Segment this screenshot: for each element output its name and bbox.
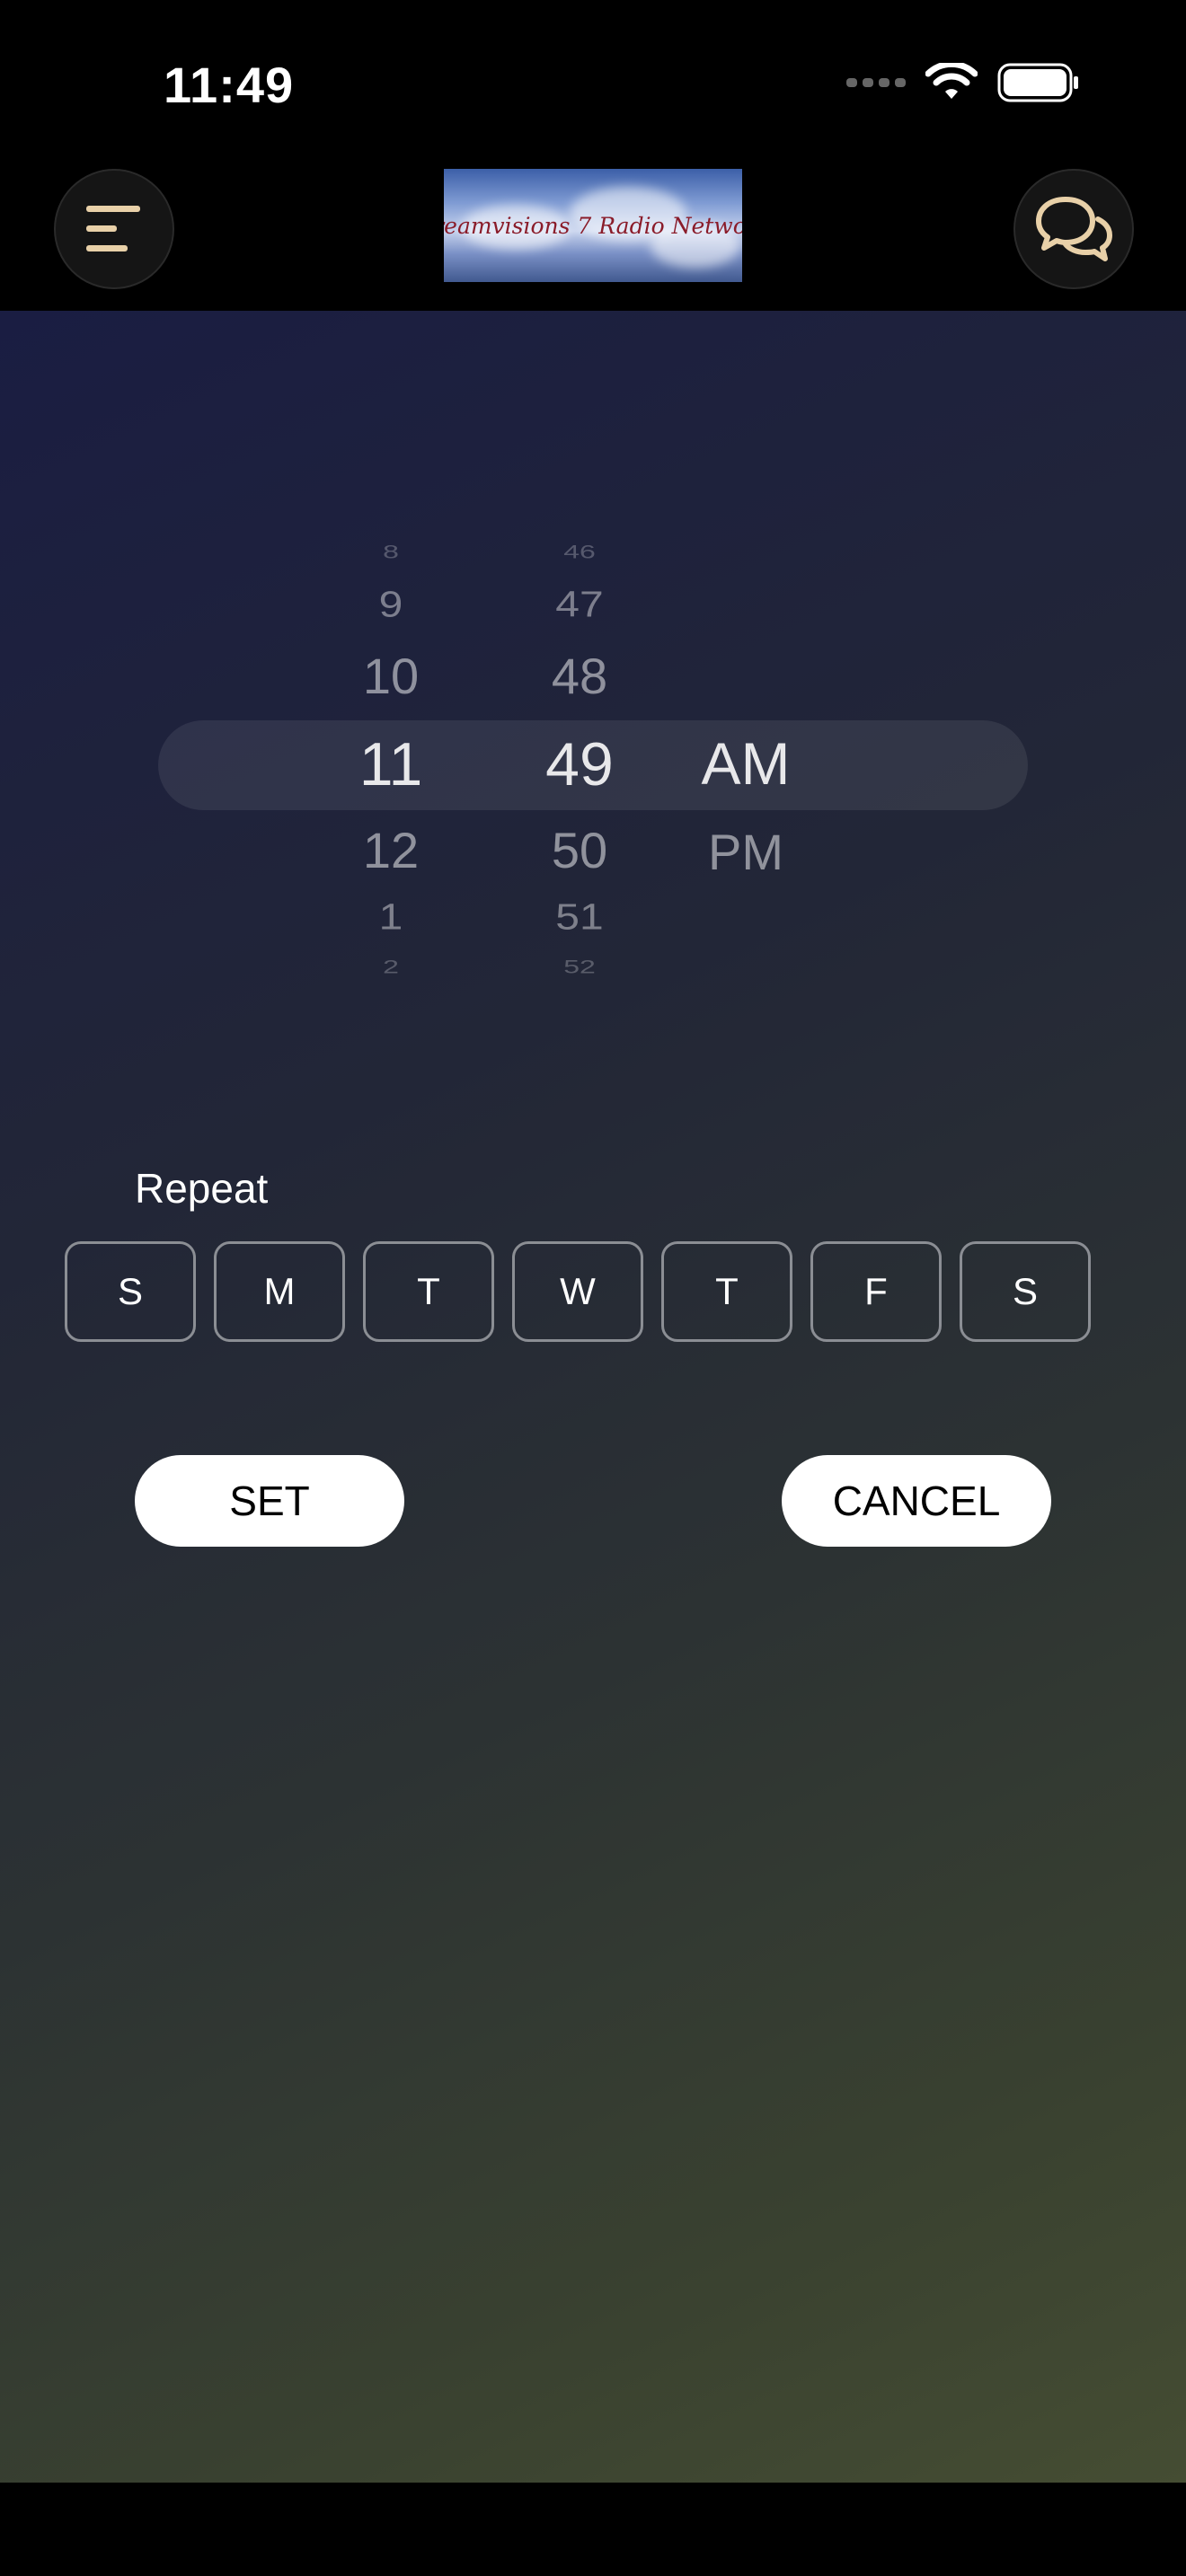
hour-selected: 11: [358, 730, 423, 798]
repeat-label: Repeat: [135, 1165, 269, 1212]
picker-item: 2: [383, 956, 399, 977]
day-toggle-sunday[interactable]: S: [65, 1241, 196, 1342]
picker-item: 12: [362, 822, 420, 878]
set-button[interactable]: SET: [135, 1455, 404, 1547]
day-toggle-wednesday[interactable]: W: [512, 1241, 643, 1342]
picker-item: 46: [563, 541, 596, 562]
repeat-days: S M T W T F S: [65, 1241, 1091, 1342]
picker-item: 1: [378, 896, 403, 939]
picker-item: 52: [563, 956, 596, 977]
picker-item: 8: [383, 541, 399, 562]
picker-item: 51: [555, 896, 604, 939]
picker-item: 9: [378, 584, 403, 626]
picker-item: 10: [362, 648, 420, 704]
cancel-button[interactable]: CANCEL: [782, 1455, 1051, 1547]
menu-button[interactable]: [54, 169, 174, 289]
wifi-icon: [925, 63, 978, 99]
alarm-screen: 8 9 10 11 12 1 2 46 47 48 49 50 51 52 AM…: [0, 311, 1186, 2483]
status-time: 11:49: [164, 57, 295, 113]
day-toggle-thursday[interactable]: T: [661, 1241, 792, 1342]
bottom-bar: [0, 2483, 1186, 2576]
day-toggle-tuesday[interactable]: T: [363, 1241, 494, 1342]
picker-item: 47: [555, 584, 604, 626]
ampm-item: PM: [708, 824, 783, 880]
day-toggle-saturday[interactable]: S: [960, 1241, 1091, 1342]
logo-text: Dreamvisions 7 Radio Network: [444, 212, 742, 239]
ampm-selected: AM: [701, 730, 791, 797]
battery-icon: [997, 63, 1078, 102]
status-bar: 11:49: [0, 0, 1186, 153]
picker-item: 50: [551, 822, 608, 878]
station-logo: Dreamvisions 7 Radio Network: [444, 169, 742, 282]
cellular-signal-icon: [846, 78, 906, 87]
minute-selected: 49: [545, 730, 614, 798]
time-picker[interactable]: 8 9 10 11 12 1 2 46 47 48 49 50 51 52 AM…: [0, 311, 1186, 1389]
menu-icon: [86, 206, 140, 251]
day-toggle-monday[interactable]: M: [214, 1241, 345, 1342]
picker-item: 48: [551, 648, 608, 704]
status-icons: [846, 63, 1080, 102]
chat-button[interactable]: [1013, 169, 1134, 289]
chat-bubbles-icon: [1036, 197, 1112, 261]
day-toggle-friday[interactable]: F: [810, 1241, 942, 1342]
